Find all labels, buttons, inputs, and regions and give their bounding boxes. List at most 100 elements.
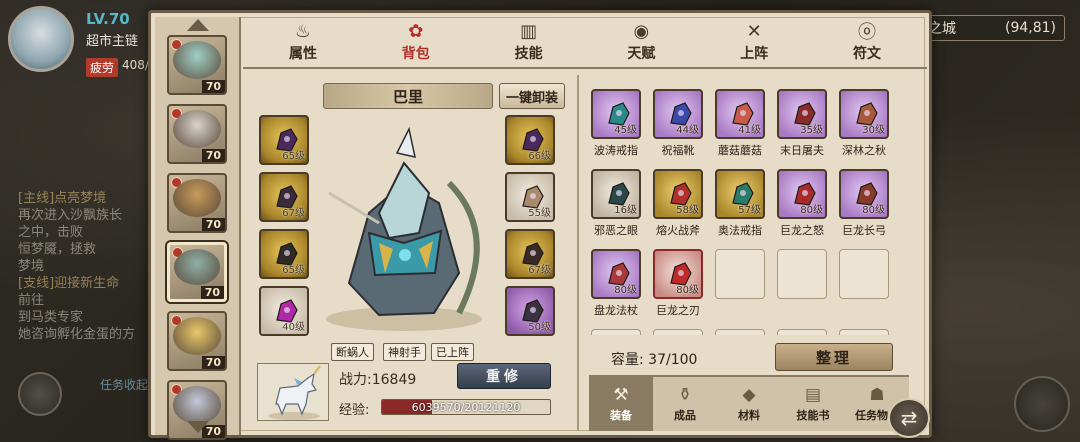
combat-power: 战力:16849 bbox=[339, 372, 417, 388]
bag-icon: ✿ bbox=[408, 20, 424, 42]
hero-card[interactable]: 70 bbox=[167, 242, 227, 302]
empty-inventory-slot[interactable] bbox=[715, 329, 765, 335]
tab-bag[interactable]: ✿ 背包 bbox=[384, 17, 448, 67]
hero-card[interactable]: 70 bbox=[167, 311, 227, 371]
inventory-item[interactable]: 57级 奥法戒指 bbox=[715, 169, 765, 243]
scroll-icon: ▤ bbox=[804, 385, 822, 405]
tab-crossed-swords[interactable]: ✕ 上阵 bbox=[722, 17, 786, 67]
swap-icon[interactable]: ⇄ bbox=[888, 398, 930, 438]
empty-inventory-slot[interactable] bbox=[591, 329, 641, 335]
quest-log[interactable]: [主线]点亮梦境 再次进入沙飘族长 之中，击败 恒梦魇，拯救 梦境 [支线]迎接… bbox=[18, 190, 168, 343]
quest-title[interactable]: [支线]迎接新生命 bbox=[18, 275, 168, 292]
inventory-item[interactable]: 30级深林之秋 bbox=[839, 89, 889, 163]
flame-icon: ♨ bbox=[294, 20, 312, 42]
ore-icon: ◆ bbox=[742, 385, 756, 405]
quest-line: 恒梦魇，拯救 bbox=[18, 242, 97, 257]
quest-line: 梦境 bbox=[18, 259, 45, 274]
equipment-slot[interactable]: 66级 bbox=[505, 115, 555, 165]
item-name: 波涛戒指 bbox=[594, 144, 638, 157]
item-level: 80级 bbox=[862, 205, 885, 216]
inventory-item[interactable]: 45级波涛戒指 bbox=[591, 89, 641, 163]
item-box: 45级 bbox=[591, 89, 641, 139]
empty-inventory-slot[interactable] bbox=[715, 249, 765, 323]
unequip-all-button[interactable]: 一键卸装 bbox=[499, 83, 565, 109]
mount-slot[interactable] bbox=[257, 363, 329, 421]
equipment-slot[interactable]: 55级 bbox=[505, 172, 555, 222]
item-box: 30级 bbox=[839, 89, 889, 139]
empty-inventory-slot[interactable] bbox=[839, 329, 889, 335]
quest-line: 之中，击败 bbox=[18, 225, 84, 240]
hero-card[interactable]: 70 bbox=[167, 35, 227, 95]
item-box bbox=[839, 249, 889, 299]
task-collapse-link[interactable]: 任务收起 bbox=[100, 376, 148, 393]
hero-level: 70 bbox=[201, 356, 225, 369]
category-tab[interactable]: ▤ 技能书 bbox=[781, 377, 845, 431]
item-level: 80级 bbox=[676, 285, 699, 296]
capacity-value: 37/100 bbox=[648, 352, 698, 368]
hero-tag: 已上阵 bbox=[431, 343, 474, 361]
category-tab[interactable]: ⚱ 成品 bbox=[653, 377, 717, 431]
rebuild-button[interactable]: 重修 bbox=[457, 363, 551, 389]
scroll-up-icon[interactable] bbox=[187, 19, 209, 31]
capacity: 容量: 37/100 bbox=[611, 349, 697, 369]
category-label: 装备 bbox=[610, 409, 632, 422]
item-box bbox=[591, 329, 641, 335]
inventory-item[interactable]: 44级 祝福靴 bbox=[653, 89, 703, 163]
inventory-item[interactable]: 80级巨龙之刃 bbox=[653, 249, 703, 323]
world-action-button[interactable] bbox=[1014, 376, 1070, 432]
item-level: 44级 bbox=[676, 125, 699, 136]
hero-card[interactable]: 70 bbox=[167, 173, 227, 233]
hero-panel: 70 70 70 70 70 70 ♨ 属性 ✿ 背包 ▥ 技能 ◉ 天赋 ✕ 上阵 ⓞ 符文 巴里 一键卸装 … bbox=[148, 10, 932, 440]
player-avatar[interactable] bbox=[8, 6, 74, 72]
equipment-area: 巴里 一键卸装 65级 67级 65级 40级 66级 55级 67级 50级 断蜗人 神射… bbox=[247, 75, 567, 437]
item-level: 30级 bbox=[862, 125, 885, 136]
inventory-item[interactable]: 80级 巨龙之怒 bbox=[777, 169, 827, 243]
location-coords: (94,81) bbox=[1004, 20, 1056, 36]
item-level: 35级 bbox=[800, 125, 823, 136]
hero-list[interactable]: 70 70 70 70 70 70 bbox=[155, 17, 241, 440]
world-action-button[interactable] bbox=[18, 372, 62, 416]
inventory-item[interactable]: 16级 邪恶之眼 bbox=[591, 169, 641, 243]
equipment-slot[interactable]: 50级 bbox=[505, 286, 555, 336]
item-box: 80级 bbox=[591, 249, 641, 299]
inventory-item[interactable]: 41级 蘑菇蘑菇 bbox=[715, 89, 765, 163]
equipment-slot[interactable]: 40级 bbox=[259, 286, 309, 336]
item-name: 深林之秋 bbox=[842, 144, 886, 157]
tab-label: 技能 bbox=[514, 46, 543, 62]
inventory-item[interactable]: 80级 巨龙长弓 bbox=[839, 169, 889, 243]
inventory-item[interactable]: 35级 末日屠夫 bbox=[777, 89, 827, 163]
category-tab[interactable]: ◆ 材料 bbox=[717, 377, 781, 431]
sort-button[interactable]: 整理 bbox=[775, 343, 893, 371]
hero-level: 70 bbox=[201, 149, 225, 162]
eye-icon: ◉ bbox=[633, 20, 650, 42]
inventory-item[interactable]: 58级 熔火战斧 bbox=[653, 169, 703, 243]
equipment-slot[interactable]: 67级 bbox=[259, 172, 309, 222]
hero-avatar bbox=[173, 317, 221, 355]
item-level: 55级 bbox=[528, 208, 551, 219]
equipment-slot[interactable]: 65级 bbox=[259, 229, 309, 279]
scroll-down-icon[interactable] bbox=[187, 421, 209, 433]
empty-inventory-slot[interactable] bbox=[653, 329, 703, 335]
category-tab[interactable]: ⚒ 装备 bbox=[589, 377, 653, 431]
empty-inventory-slot[interactable] bbox=[777, 249, 827, 323]
tab-label: 符文 bbox=[852, 46, 881, 62]
exp-bar: 6039570/20121120 bbox=[381, 399, 551, 415]
empty-inventory-slot[interactable] bbox=[777, 329, 827, 335]
tab-rune[interactable]: ⓞ 符文 bbox=[835, 17, 899, 67]
inventory-item[interactable]: 80级盘龙法杖 bbox=[591, 249, 641, 323]
hero-level: 70 bbox=[201, 80, 225, 93]
empty-inventory-slot[interactable] bbox=[839, 249, 889, 323]
item-name: 盘龙法杖 bbox=[594, 304, 638, 317]
item-level: 45级 bbox=[614, 125, 637, 136]
tab-eye[interactable]: ◉ 天赋 bbox=[609, 17, 673, 67]
tab-book[interactable]: ▥ 技能 bbox=[497, 17, 561, 67]
item-name: 巨龙之刃 bbox=[656, 304, 700, 317]
pouch-icon: ☗ bbox=[869, 385, 885, 405]
equipment-slot[interactable]: 65级 bbox=[259, 115, 309, 165]
tab-flame[interactable]: ♨ 属性 bbox=[271, 17, 335, 67]
item-box: 57级 bbox=[715, 169, 765, 219]
hero-card[interactable]: 70 bbox=[167, 104, 227, 164]
equipment-slot[interactable]: 67级 bbox=[505, 229, 555, 279]
quest-title[interactable]: [主线]点亮梦境 bbox=[18, 190, 168, 207]
capacity-label: 容量: bbox=[611, 352, 644, 368]
